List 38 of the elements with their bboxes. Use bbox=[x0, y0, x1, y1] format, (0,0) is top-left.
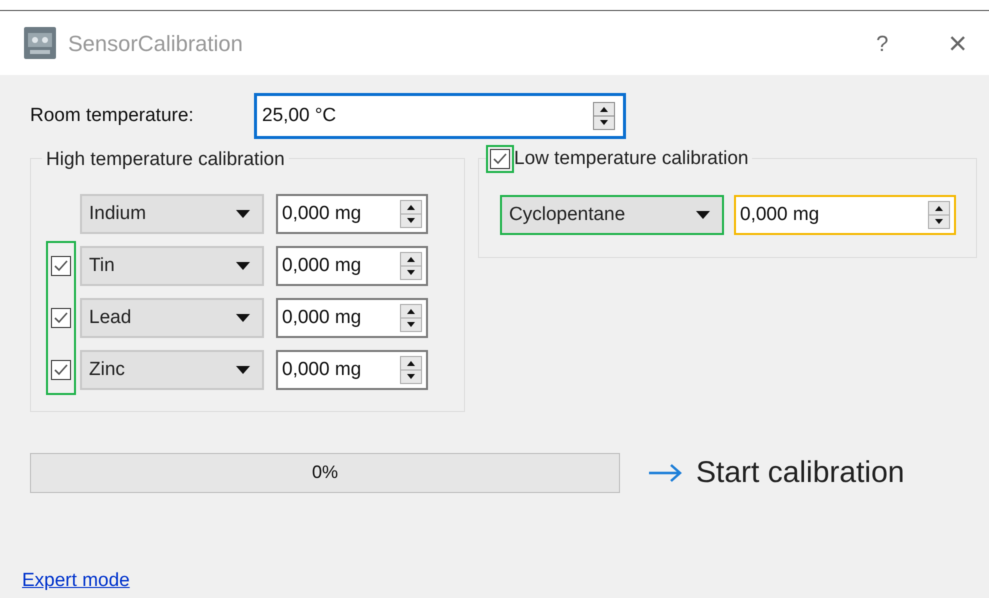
app-icon bbox=[24, 27, 56, 59]
stepper-icon[interactable] bbox=[593, 102, 615, 130]
stepper-icon[interactable] bbox=[400, 304, 422, 332]
room-temperature-field[interactable]: 25,00 °C bbox=[254, 93, 626, 139]
checkbox[interactable] bbox=[51, 308, 71, 328]
checkbox[interactable] bbox=[51, 256, 71, 276]
check-icon bbox=[54, 364, 68, 376]
stepper-icon[interactable] bbox=[928, 201, 950, 229]
spin-box[interactable]: 0,000 mg bbox=[734, 195, 956, 235]
dropdown[interactable]: Zinc bbox=[80, 350, 264, 390]
spin-box[interactable]: 0,000 mg bbox=[276, 246, 428, 286]
stepper-icon[interactable] bbox=[400, 200, 422, 228]
caret-icon bbox=[236, 210, 250, 218]
start-calibration-button[interactable]: Start calibration bbox=[648, 450, 904, 495]
checkbox[interactable] bbox=[51, 360, 71, 380]
dropdown[interactable]: Cyclopentane bbox=[500, 195, 724, 235]
expert-mode-link[interactable]: Expert mode bbox=[22, 566, 977, 595]
spin-box[interactable]: 0,000 mg bbox=[276, 350, 428, 390]
room-temperature-label: Room temperature: bbox=[30, 104, 195, 128]
caret-icon bbox=[236, 366, 250, 374]
dropdown[interactable]: Tin bbox=[80, 246, 264, 286]
help-button[interactable]: ? bbox=[876, 26, 888, 60]
check-icon bbox=[54, 260, 68, 272]
caret-icon bbox=[696, 211, 710, 219]
caret-icon bbox=[236, 314, 250, 322]
dropdown[interactable]: Lead bbox=[80, 298, 264, 338]
arrow-icon bbox=[648, 462, 682, 482]
spin-box[interactable]: 0,000 mg bbox=[276, 194, 428, 234]
check-icon bbox=[493, 153, 507, 166]
stepper-icon[interactable] bbox=[400, 356, 422, 384]
check-icon bbox=[54, 312, 68, 324]
close-button[interactable]: × bbox=[948, 19, 967, 67]
caret-icon bbox=[236, 262, 250, 270]
dropdown[interactable]: Indium bbox=[80, 194, 264, 234]
spin-box[interactable]: 0,000 mg bbox=[276, 298, 428, 338]
stepper-icon[interactable] bbox=[400, 252, 422, 280]
window-title: SensorCalibration bbox=[68, 30, 243, 58]
group-title: Low temperature calibration bbox=[514, 147, 748, 171]
